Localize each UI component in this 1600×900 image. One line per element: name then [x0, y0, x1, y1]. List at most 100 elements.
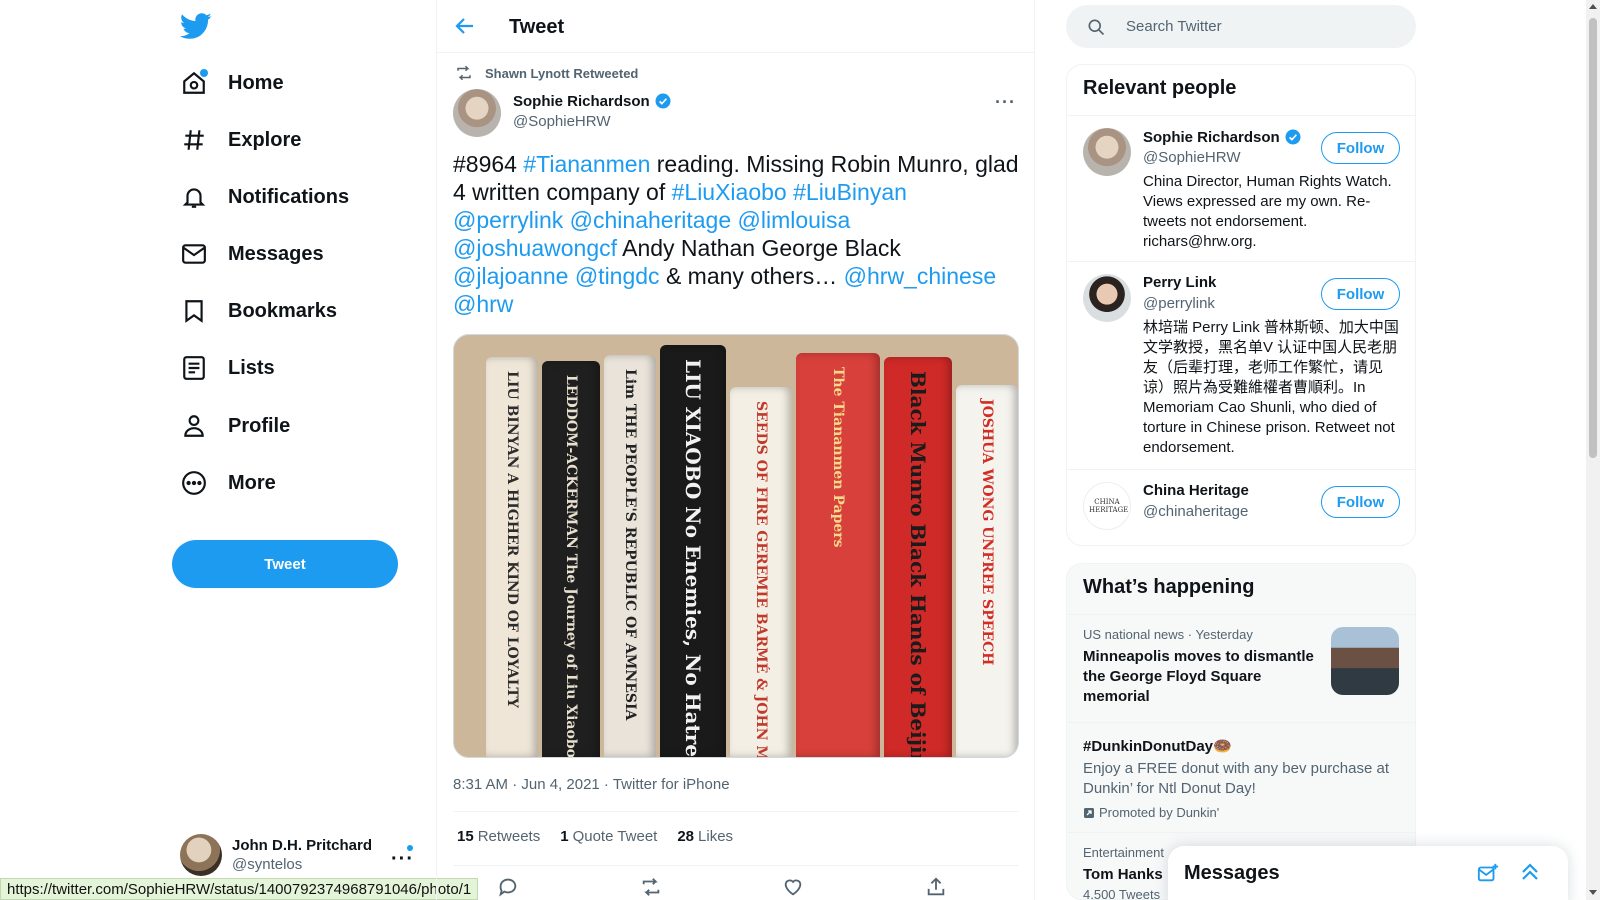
nav-item-home[interactable]: Home [180, 59, 284, 107]
trend-title: Tom Hanks [1083, 866, 1163, 883]
nav-label-bookmarks: Bookmarks [228, 299, 337, 322]
person-handle[interactable]: @SophieHRW [1143, 149, 1241, 166]
tweet-compose-button[interactable]: Tweet [172, 540, 398, 588]
person-handle[interactable]: @perrylink [1143, 295, 1215, 312]
verified-badge-icon [1285, 129, 1301, 145]
search-box[interactable] [1066, 5, 1416, 48]
follow-button[interactable]: Follow [1321, 132, 1400, 164]
like-heart-icon[interactable] [782, 876, 804, 898]
avatar[interactable]: CHINA HERITAGE [1083, 482, 1131, 530]
nav-item-messages[interactable]: Messages [180, 230, 324, 278]
left-navigation: Home Explore Notifications Messages Book… [0, 0, 436, 900]
tweet-stats: 15 Retweets 1 Quote Tweet 28 Likes [457, 828, 753, 845]
new-message-icon[interactable] [1477, 862, 1499, 889]
tweet-actions [497, 876, 947, 898]
retweeted-by-label: Shawn Lynott Retweeted [485, 65, 639, 81]
tweet-detail-column: Tweet Shawn Lynott Retweeted Sophie Rich… [436, 0, 1035, 900]
page-scrollbar[interactable] [1586, 0, 1600, 900]
person-card-sophie[interactable]: Sophie Richardson @SophieHRW Follow Chin… [1067, 115, 1415, 261]
trend-category: US national news · Yesterday [1083, 627, 1253, 642]
account-switcher[interactable]: John D.H. Pritchard @syntelos [180, 830, 420, 880]
stat-label: Retweets [477, 828, 541, 845]
reply-icon[interactable] [497, 876, 519, 898]
author-avatar[interactable] [453, 89, 501, 137]
china-heritage-logo: CHINA HERITAGE [1089, 498, 1129, 514]
person-bio: 林培瑞 Perry Link 普林斯顿、加大中国文学教授，黑名单V 认证中国人民… [1143, 319, 1399, 456]
search-input[interactable] [1126, 18, 1386, 35]
tweet-link[interactable]: @tingdc [575, 263, 660, 289]
stat-number: 28 [677, 828, 695, 845]
person-name[interactable]: Perry Link [1143, 274, 1216, 291]
nav-item-notifications[interactable]: Notifications [180, 173, 349, 221]
person-name[interactable]: China Heritage [1143, 482, 1249, 499]
retweet-context[interactable]: Shawn Lynott Retweeted [455, 64, 638, 82]
author-name[interactable]: Sophie Richardson [513, 92, 672, 110]
follow-button[interactable]: Follow [1321, 278, 1400, 310]
retweets-count[interactable]: 15 Retweets [457, 828, 540, 845]
messages-drawer-title: Messages [1184, 862, 1280, 884]
tweet-link[interactable]: @chinaheritage [570, 207, 731, 233]
tweet-photo[interactable]: LIU BINYAN A HIGHER KIND OF LOYALTY LEDDO… [453, 334, 1019, 758]
divider [453, 811, 1019, 812]
avatar [180, 834, 222, 876]
person-bio: China Director, Human Rights Watch. View… [1143, 173, 1392, 250]
tweet-link[interactable]: #LiuBinyan [793, 179, 907, 205]
follow-button[interactable]: Follow [1321, 486, 1400, 518]
promoted-by-text: Promoted by Dunkin' [1099, 805, 1220, 820]
tweet-link[interactable]: #LiuXiaobo [672, 179, 787, 205]
author-handle[interactable]: @SophieHRW [513, 113, 611, 130]
book-spine: Black Munro Black Hands of Beijing [884, 357, 952, 757]
tweet-link[interactable]: @hrw [453, 291, 513, 317]
book-spine: LIU BINYAN A HIGHER KIND OF LOYALTY [486, 357, 538, 757]
nav-label-more: More [228, 471, 276, 494]
nav-label-home: Home [228, 71, 284, 94]
person-card-chinaheritage[interactable]: CHINA HERITAGE China Heritage @chinaheri… [1067, 469, 1415, 545]
nav-label-explore: Explore [228, 128, 302, 151]
tweet-link[interactable]: @jlajoanne [453, 263, 568, 289]
nav-item-explore[interactable]: Explore [180, 116, 301, 164]
nav-item-profile[interactable]: Profile [180, 402, 290, 450]
back-arrow-icon[interactable] [453, 14, 477, 38]
avatar[interactable] [1083, 274, 1131, 322]
book-spine: SEEDS OF FIRE GEREMIE BARMÉ & JOHN MINFO… [730, 387, 792, 757]
nav-item-bookmarks[interactable]: Bookmarks [180, 287, 337, 335]
more-options-icon[interactable]: ··· [995, 92, 1016, 113]
scroll-up-arrow-icon[interactable] [1589, 4, 1597, 9]
share-icon[interactable] [925, 876, 947, 898]
home-icon [180, 69, 208, 97]
quote-tweets-count[interactable]: 1 Quote Tweet [560, 828, 657, 845]
person-name[interactable]: Sophie Richardson [1143, 128, 1302, 146]
tweet-link[interactable]: @joshuawongcf [453, 235, 617, 261]
card-title: Relevant people [1083, 77, 1237, 99]
account-more-icon[interactable]: ··· [391, 848, 414, 871]
book-title: SEEDS OF FIRE GEREMIE BARMÉ & JOHN MINFO… [753, 401, 769, 757]
nav-item-more[interactable]: More [180, 459, 276, 507]
nav-item-lists[interactable]: Lists [180, 344, 275, 392]
stat-label: Quote Tweet [572, 828, 658, 845]
messages-drawer[interactable]: Messages [1168, 846, 1568, 900]
book-title: JOSHUA WONG UNFREE SPEECH [979, 399, 995, 666]
scrollbar-thumb[interactable] [1589, 18, 1597, 458]
tweet-link[interactable]: @hrw_chinese [844, 263, 996, 289]
tweet-link[interactable]: @limlouisa [738, 207, 851, 233]
trend-item-promoted[interactable]: #DunkinDonutDay🍩 Enjoy a FREE donut with… [1067, 722, 1415, 832]
twitter-logo-icon[interactable] [179, 10, 212, 42]
avatar[interactable] [1083, 128, 1131, 176]
trend-item[interactable]: US national news · Yesterday Minneapolis… [1067, 614, 1415, 722]
book-title: The Tiananmen Papers [830, 367, 846, 548]
person-card-perrylink[interactable]: Perry Link @perrylink Follow 林培瑞 Perry L… [1067, 261, 1415, 469]
tweet-link[interactable]: @perrylink [453, 207, 563, 233]
book-spine: Lim THE PEOPLE'S REPUBLIC OF AMNESIA [604, 355, 656, 757]
promoted-icon [1084, 807, 1094, 818]
tweet-link[interactable]: #Tiananmen [523, 151, 650, 177]
tweet-timestamp[interactable]: 8:31 AM · Jun 4, 2021 · Twitter for iPho… [453, 776, 730, 793]
chevron-up-icon[interactable] [1518, 860, 1542, 889]
author-name-text: Sophie Richardson [513, 92, 650, 110]
scroll-down-arrow-icon[interactable] [1589, 890, 1597, 895]
person-handle[interactable]: @chinaheritage [1143, 503, 1248, 520]
trend-count: 4,500 Tweets [1083, 887, 1161, 900]
trend-title: Minneapolis moves to dismantle the Georg… [1083, 648, 1314, 705]
likes-count[interactable]: 28 Likes [677, 828, 733, 845]
retweet-icon[interactable] [640, 876, 662, 898]
tweet-text-segment: #8964 [453, 151, 524, 177]
